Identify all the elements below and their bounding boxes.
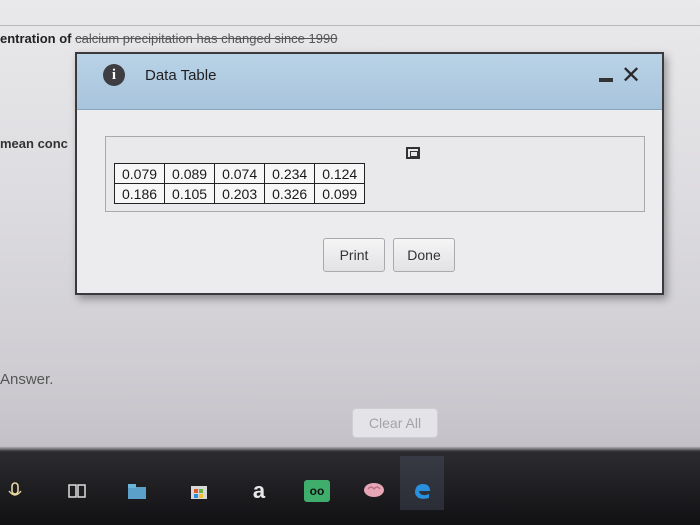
- answer-label: Answer.: [0, 371, 54, 388]
- done-button[interactable]: Done: [393, 238, 455, 272]
- table-row: 0.186 0.105 0.203 0.326 0.099: [113, 183, 366, 204]
- dialog-titlebar[interactable]: i Data Table ✕: [77, 54, 662, 110]
- amazon-icon[interactable]: a: [248, 480, 270, 502]
- minimize-button[interactable]: [599, 78, 613, 82]
- question-text-obscured: calcium precipitation has changed since …: [75, 31, 338, 46]
- mean-text: mean conc: [0, 136, 68, 151]
- brain-app-icon[interactable]: [362, 480, 384, 502]
- table-cell: 0.124: [314, 163, 366, 184]
- file-explorer-icon[interactable]: [126, 480, 148, 502]
- data-table: 0.079 0.089 0.074 0.234 0.124 0.186 0.10…: [113, 163, 366, 204]
- table-cell: 0.105: [164, 183, 216, 204]
- table-cell: 0.326: [264, 183, 316, 204]
- tripadvisor-icon[interactable]: oo: [304, 480, 330, 502]
- table-cell: 0.234: [264, 163, 316, 184]
- expand-icon[interactable]: [406, 147, 420, 159]
- info-icon: i: [103, 64, 125, 86]
- taskbar: a oo: [0, 452, 700, 525]
- table-cell: 0.079: [113, 163, 166, 184]
- print-button[interactable]: Print: [323, 238, 385, 272]
- microphone-icon[interactable]: [4, 480, 26, 502]
- page-divider: [0, 25, 700, 26]
- table-cell: 0.099: [314, 183, 366, 204]
- data-table-panel: 0.079 0.089 0.074 0.234 0.124 0.186 0.10…: [105, 136, 645, 212]
- table-row: 0.079 0.089 0.074 0.234 0.124: [113, 163, 366, 184]
- store-icon[interactable]: [188, 480, 210, 502]
- table-cell: 0.203: [214, 183, 266, 204]
- question-text: entration of calcium precipitation has c…: [0, 31, 337, 46]
- dialog-title: Data Table: [145, 67, 217, 84]
- table-cell: 0.074: [214, 163, 266, 184]
- table-cell: 0.089: [164, 163, 216, 184]
- close-button[interactable]: ✕: [621, 62, 641, 90]
- table-cell: 0.186: [113, 183, 166, 204]
- data-table-dialog: i Data Table ✕ 0.079 0.089 0.074 0.234 0…: [75, 52, 664, 295]
- edge-browser-icon[interactable]: [411, 480, 433, 502]
- question-text-prefix: entration of: [0, 31, 76, 46]
- task-view-icon[interactable]: [66, 480, 88, 502]
- clear-all-button[interactable]: Clear All: [352, 408, 438, 438]
